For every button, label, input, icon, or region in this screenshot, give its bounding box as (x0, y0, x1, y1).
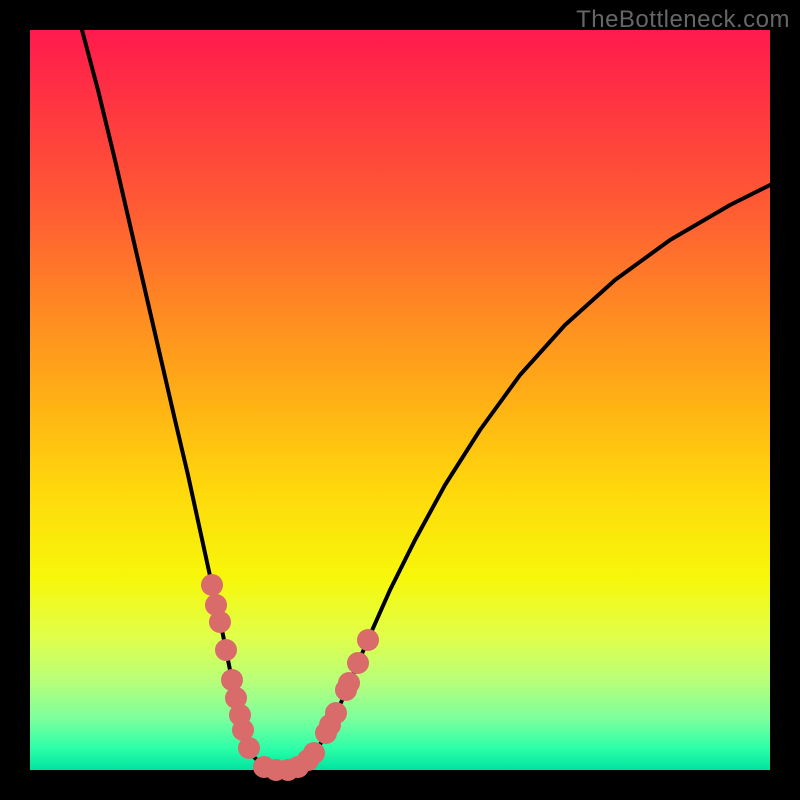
marker-dot (357, 629, 379, 651)
chart-frame: TheBottleneck.com (0, 0, 800, 800)
marker-dot (325, 702, 347, 724)
marker-dot (215, 639, 237, 661)
watermark-text: TheBottleneck.com (576, 6, 790, 34)
marker-dot (338, 672, 360, 694)
marker-dot (209, 611, 231, 633)
chart-plot-area (30, 30, 770, 770)
marker-dot (201, 574, 223, 596)
marker-dot (347, 652, 369, 674)
bottleneck-curve (82, 30, 770, 770)
marker-dot (303, 742, 325, 764)
chart-svg (30, 30, 770, 770)
marker-dot (238, 737, 260, 759)
